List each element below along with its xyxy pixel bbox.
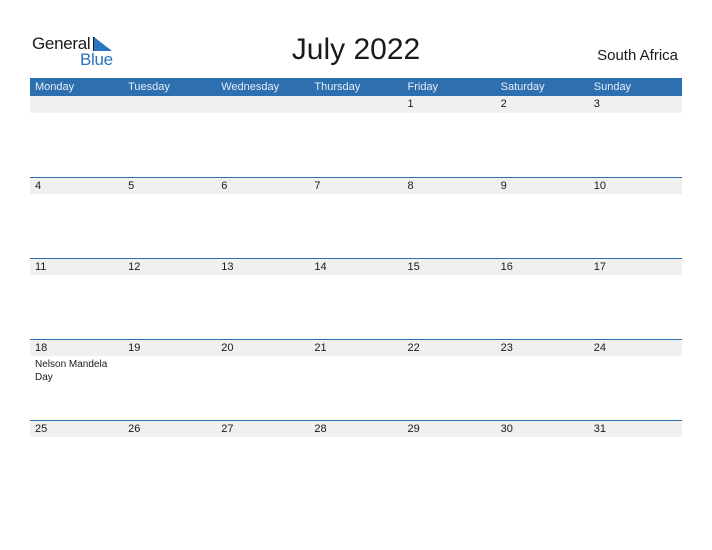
day-cell: 29 — [403, 421, 496, 437]
day-cell: 14 — [309, 259, 402, 275]
week-row: 18 Nelson Mandela Day 19 20 21 22 23 24 — [30, 339, 682, 420]
day-number — [314, 96, 402, 112]
day-number: 16 — [500, 261, 513, 273]
day-cell: 31 — [589, 421, 682, 437]
day-number: 28 — [314, 423, 327, 435]
day-cell: 15 — [403, 259, 496, 275]
day-number: 11 — [35, 261, 47, 273]
day-number: 21 — [314, 342, 327, 354]
day-cell: 20 — [216, 340, 309, 384]
day-number: 14 — [314, 261, 327, 273]
weekday-tuesday: Tuesday — [128, 81, 170, 93]
day-number: 1 — [407, 98, 414, 110]
weekday-sunday: Sunday — [593, 81, 632, 93]
week-row: 25 26 27 28 29 30 31 — [30, 420, 682, 501]
weekday-thursday: Thursday — [314, 81, 361, 93]
week-row: 11 12 13 14 15 16 17 — [30, 258, 682, 339]
day-cell — [30, 96, 123, 112]
day-number: 17 — [593, 261, 606, 273]
country-label: South Africa — [597, 47, 678, 64]
weeks-container: 1 2 3 4 5 6 7 8 9 10 11 12 13 14 15 16 17 18 Nelson Mandel… — [30, 96, 682, 501]
day-cell — [309, 96, 402, 112]
day-cell: 26 — [123, 421, 216, 437]
day-number: 9 — [500, 180, 507, 192]
day-number: 15 — [407, 261, 420, 273]
day-cell: 7 — [309, 178, 402, 194]
day-number: 25 — [35, 423, 48, 435]
day-number: 30 — [500, 423, 513, 435]
day-cell: 11 — [30, 259, 123, 275]
day-number — [35, 96, 123, 112]
day-number: 20 — [221, 342, 234, 354]
day-cells: 4 5 6 7 8 9 10 — [30, 178, 682, 194]
day-cells: 18 Nelson Mandela Day 19 20 21 22 23 24 — [30, 340, 682, 384]
day-cell: 3 — [589, 96, 682, 112]
weekday-saturday: Saturday — [500, 81, 545, 93]
day-number: 4 — [35, 180, 42, 192]
holiday-label: Nelson Mandela Day — [35, 359, 108, 383]
day-cell: 24 — [589, 340, 682, 384]
day-number: 26 — [128, 423, 141, 435]
day-cell: 12 — [123, 259, 216, 275]
day-cell — [216, 96, 309, 112]
day-number: 27 — [221, 423, 234, 435]
day-cell: 6 — [216, 178, 309, 194]
day-cell: 10 — [589, 178, 682, 194]
day-number: 19 — [128, 342, 141, 354]
day-number: 5 — [128, 180, 135, 192]
day-cell: 8 — [403, 178, 496, 194]
day-number: 3 — [593, 98, 600, 110]
day-number — [128, 96, 216, 112]
day-cell: 1 — [403, 96, 496, 112]
calendar-grid: Monday Tuesday Wednesday Thursday Friday Satu… — [30, 78, 682, 501]
day-cell: 17 — [589, 259, 682, 275]
day-cell: 19 — [123, 340, 216, 384]
day-cells: 1 2 3 — [30, 96, 682, 112]
week-row: 4 5 6 7 8 9 10 — [30, 177, 682, 258]
day-number: 2 — [500, 98, 507, 110]
day-number: 24 — [593, 342, 606, 354]
day-cell: 5 — [123, 178, 216, 194]
day-cell: 22 — [403, 340, 496, 384]
day-cell: 28 — [309, 421, 402, 437]
weekday-friday: Friday — [407, 81, 439, 93]
day-cell: 30 — [496, 421, 589, 437]
day-number: 29 — [407, 423, 420, 435]
day-cell: 13 — [216, 259, 309, 275]
day-cell: 9 — [496, 178, 589, 194]
day-number: 23 — [500, 342, 513, 354]
day-number: 10 — [593, 180, 606, 192]
day-cell: 16 — [496, 259, 589, 275]
day-cell: 25 — [30, 421, 123, 437]
day-cells: 25 26 27 28 29 30 31 — [30, 421, 682, 437]
day-cell: 27 — [216, 421, 309, 437]
day-cell: 21 — [309, 340, 402, 384]
day-number: 6 — [221, 180, 228, 192]
day-number: 7 — [314, 180, 321, 192]
weekday-monday: Monday — [35, 81, 75, 93]
day-cell — [123, 96, 216, 112]
day-number: 18 — [35, 342, 48, 354]
day-number: 22 — [407, 342, 420, 354]
day-number: 13 — [221, 261, 234, 273]
day-cell: 23 — [496, 340, 589, 384]
week-row: 1 2 3 — [30, 96, 682, 177]
day-number: 8 — [407, 180, 414, 192]
day-cell: 18 Nelson Mandela Day — [30, 340, 123, 384]
day-number: 12 — [128, 261, 141, 273]
day-number — [221, 96, 309, 112]
day-number: 31 — [593, 423, 606, 435]
day-cell: 4 — [30, 178, 123, 194]
day-cell: 2 — [496, 96, 589, 112]
weekday-wednesday: Wednesday — [221, 81, 280, 93]
weekday-header: Monday Tuesday Wednesday Thursday Friday Satu… — [30, 78, 682, 96]
day-cells: 11 12 13 14 15 16 17 — [30, 259, 682, 275]
